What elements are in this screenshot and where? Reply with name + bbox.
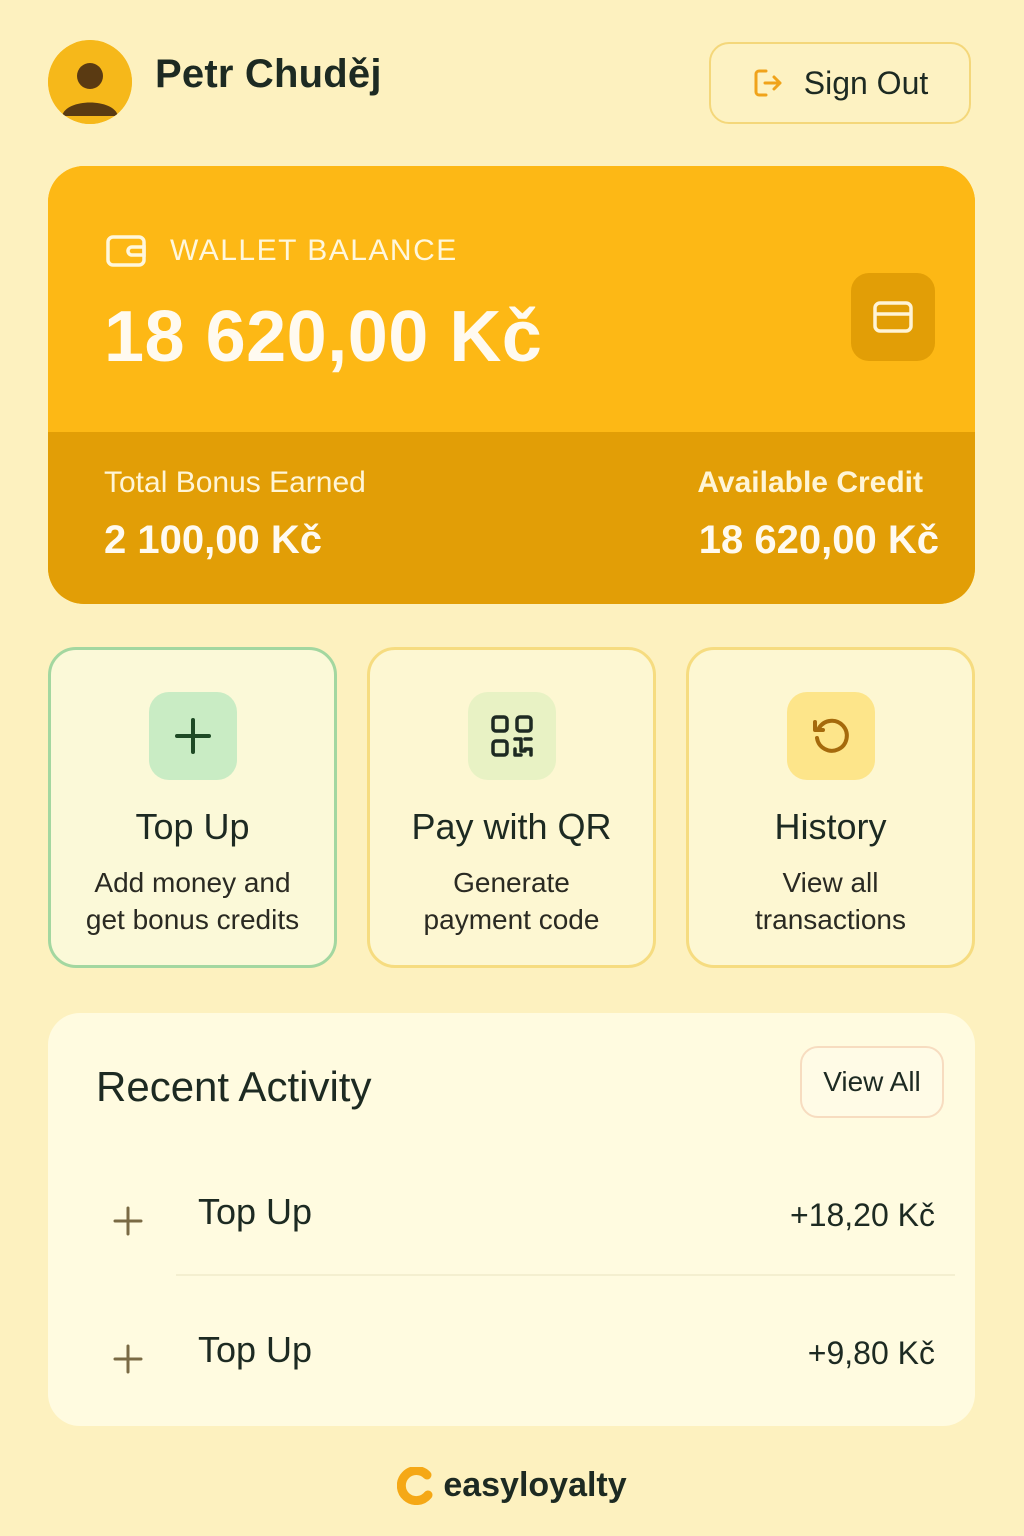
tile-description: Generate payment code bbox=[384, 864, 639, 938]
bonus-label: Total Bonus Earned bbox=[104, 466, 366, 499]
qr-code-icon bbox=[490, 715, 533, 757]
wallet-icon bbox=[106, 235, 146, 267]
plus-icon bbox=[174, 718, 211, 754]
available-credit-label: Available Credit bbox=[697, 466, 923, 499]
transaction-amount: +18,20 Kč bbox=[790, 1197, 935, 1233]
credit-card-icon bbox=[873, 301, 913, 333]
pay-with-qr-tile[interactable]: Pay with QR Generate payment code bbox=[367, 647, 656, 968]
sign-out-label: Sign Out bbox=[803, 64, 929, 101]
brand-footer: easyloyalty bbox=[0, 1466, 1024, 1505]
view-all-button[interactable]: View All bbox=[800, 1046, 944, 1118]
history-tile[interactable]: History View all transactions bbox=[686, 647, 975, 968]
sign-out-icon bbox=[754, 69, 782, 97]
sign-out-button[interactable]: Sign Out bbox=[709, 42, 971, 124]
tile-description: View all transactions bbox=[703, 864, 958, 938]
transaction-amount: +9,80 Kč bbox=[807, 1335, 935, 1371]
avatar[interactable] bbox=[48, 40, 132, 124]
transaction-row[interactable]: Top Up +9,80 Kč bbox=[48, 1311, 975, 1431]
qr-icon-box bbox=[467, 692, 556, 780]
tile-description-line: get bonus credits bbox=[85, 904, 300, 935]
plus-icon bbox=[113, 1206, 143, 1236]
tile-description-line: transactions bbox=[755, 904, 906, 935]
divider bbox=[176, 1274, 955, 1276]
tile-description: Add money and get bonus credits bbox=[65, 864, 320, 938]
tile-title: Top Up bbox=[135, 806, 250, 847]
brand-name: easyloyalty bbox=[443, 1466, 627, 1504]
tile-title: History bbox=[774, 806, 887, 847]
tile-description-line: Add money and bbox=[94, 867, 291, 898]
top-up-icon-box bbox=[148, 692, 237, 780]
wallet-balance-label: WALLET BALANCE bbox=[170, 234, 458, 267]
recent-activity-panel: Recent Activity View All Top Up +18,20 K… bbox=[48, 1013, 975, 1426]
bonus-amount: 2 100,00 Kč bbox=[104, 518, 322, 562]
history-icon bbox=[812, 718, 849, 753]
tile-description-line: View all bbox=[782, 867, 879, 898]
wallet-screen: Petr Chuděj Sign Out WALLET BALANCE 18 6… bbox=[0, 0, 1024, 1536]
transaction-name: Top Up bbox=[198, 1329, 313, 1370]
recent-activity-title: Recent Activity bbox=[96, 1063, 372, 1110]
top-up-tile[interactable]: Top Up Add money and get bonus credits bbox=[48, 647, 337, 968]
user-icon bbox=[48, 40, 132, 124]
tile-description-line: payment code bbox=[423, 904, 600, 935]
history-icon-box bbox=[786, 692, 875, 780]
user-name: Petr Chuděj bbox=[155, 52, 382, 96]
wallet-label-row: WALLET BALANCE bbox=[106, 234, 458, 268]
tile-description-line: Generate bbox=[453, 867, 570, 898]
transaction-name: Top Up bbox=[198, 1191, 313, 1232]
available-credit-amount: 18 620,00 Kč bbox=[698, 518, 939, 562]
tile-title: Pay with QR bbox=[411, 806, 612, 847]
wallet-card: WALLET BALANCE 18 620,00 Kč Total Bonus … bbox=[48, 166, 975, 604]
plus-icon bbox=[113, 1344, 143, 1374]
card-button[interactable] bbox=[851, 273, 935, 361]
easyloyalty-logo-icon bbox=[397, 1466, 433, 1505]
wallet-balance-amount: 18 620,00 Kč bbox=[104, 297, 543, 377]
